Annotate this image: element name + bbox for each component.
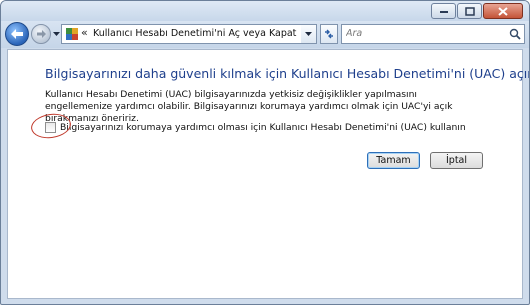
- chevron-down-icon: [52, 31, 60, 36]
- refresh-button[interactable]: [320, 24, 338, 44]
- search-box: [341, 24, 525, 44]
- minimize-icon: [439, 11, 448, 13]
- maximize-icon: [464, 6, 475, 16]
- description-text: Kullanıcı Hesabı Denetimi (UAC) bilgisay…: [45, 89, 453, 124]
- close-button[interactable]: [483, 3, 523, 19]
- back-button[interactable]: [5, 22, 29, 46]
- address-bar[interactable]: « Kullanıcı Hesabı Denetimi'ni Aç veya K…: [61, 24, 317, 44]
- navigation-bar: « Kullanıcı Hesabı Denetimi'ni Aç veya K…: [1, 21, 529, 48]
- content-area: Bilgisayarınızı daha güvenli kılmak için…: [7, 49, 529, 299]
- minimize-button[interactable]: [431, 3, 456, 19]
- chevron-down-icon: [305, 31, 312, 36]
- close-icon: [498, 6, 508, 16]
- control-panel-icon: [66, 28, 78, 40]
- breadcrumb-overflow-chevron[interactable]: «: [81, 26, 88, 39]
- cancel-button[interactable]: İptal: [430, 152, 483, 169]
- forward-arrow-icon: [36, 30, 46, 38]
- ok-button[interactable]: Tamam: [367, 152, 420, 169]
- caption-buttons: [431, 3, 523, 19]
- maximize-button[interactable]: [457, 3, 482, 19]
- page-title: Bilgisayarınızı daha güvenli kılmak için…: [45, 66, 530, 81]
- search-icon[interactable]: [509, 28, 521, 40]
- refresh-icon: [325, 29, 333, 39]
- forward-button[interactable]: [31, 24, 51, 44]
- breadcrumb-current-page[interactable]: Kullanıcı Hesabı Denetimi'ni Aç veya Kap…: [93, 28, 296, 39]
- control-panel-window: « Kullanıcı Hesabı Denetimi'ni Aç veya K…: [0, 0, 530, 305]
- back-arrow-icon: [11, 29, 23, 39]
- uac-checkbox-label[interactable]: Bilgisayarınızı korumaya yardımcı olması…: [60, 122, 466, 133]
- uac-checkbox-row[interactable]: Bilgisayarınızı korumaya yardımcı olması…: [45, 122, 466, 133]
- address-dropdown-button[interactable]: [301, 24, 317, 44]
- uac-checkbox[interactable]: [45, 122, 56, 133]
- title-bar[interactable]: [1, 1, 529, 21]
- search-input[interactable]: [344, 26, 508, 41]
- recent-pages-button[interactable]: [52, 30, 60, 38]
